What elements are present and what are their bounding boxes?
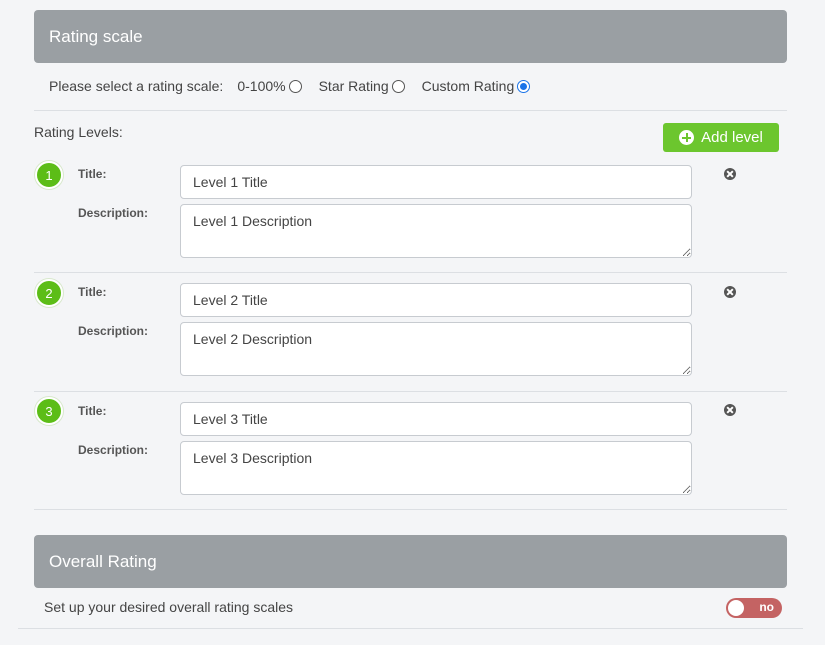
- rating-scale-prompt: Please select a rating scale:: [49, 78, 224, 94]
- remove-level-1-icon[interactable]: [724, 168, 736, 180]
- radio-custom[interactable]: [517, 79, 531, 93]
- radio-percent[interactable]: [288, 79, 302, 93]
- remove-level-3-icon[interactable]: [724, 404, 736, 416]
- radio-star[interactable]: [391, 79, 405, 93]
- level-description-label: Description:: [78, 324, 149, 338]
- divider: [34, 272, 787, 273]
- level-description-label: Description:: [78, 443, 149, 457]
- level-title-label: Title:: [78, 285, 107, 299]
- level-1-title-input[interactable]: [180, 165, 692, 199]
- plus-circle-icon: [679, 130, 695, 145]
- level-title-label: Title:: [78, 167, 107, 181]
- rating-scale-header: Rating scale: [34, 10, 787, 63]
- radio-option-percent[interactable]: 0-100%: [237, 78, 302, 94]
- level-2-description-input[interactable]: Level 2 Description: [180, 322, 692, 376]
- radio-option-star[interactable]: Star Rating: [319, 78, 405, 94]
- divider: [34, 110, 787, 111]
- level-number-badge: 2: [35, 279, 63, 307]
- level-3-title-input[interactable]: [180, 402, 692, 436]
- divider: [34, 509, 787, 510]
- level-1-description-input[interactable]: Level 1 Description: [180, 204, 692, 258]
- level-description-label: Description:: [78, 206, 149, 220]
- add-level-button[interactable]: Add level: [663, 123, 779, 152]
- level-title-label: Title:: [78, 404, 107, 418]
- bottom-divider: [18, 628, 803, 629]
- add-level-label: Add level: [701, 129, 763, 146]
- overall-rating-description: Set up your desired overall rating scale…: [44, 599, 294, 615]
- level-number-badge: 1: [35, 161, 63, 189]
- remove-level-2-icon[interactable]: [724, 286, 736, 298]
- divider: [34, 391, 787, 392]
- overall-rating-toggle[interactable]: no: [726, 598, 782, 618]
- radio-option-custom[interactable]: Custom Rating: [422, 78, 531, 94]
- radio-option-percent-label: 0-100%: [237, 78, 286, 94]
- level-3-description-input[interactable]: Level 3 Description: [180, 441, 692, 495]
- level-2-title-input[interactable]: [180, 283, 692, 317]
- radio-option-custom-label: Custom Rating: [421, 78, 515, 94]
- radio-option-star-label: Star Rating: [318, 78, 389, 94]
- toggle-state-label: no: [759, 600, 774, 614]
- level-number-badge: 3: [35, 397, 63, 425]
- rating-scale-title: Rating scale: [49, 26, 143, 46]
- overall-rating-header: Overall Rating: [34, 535, 787, 588]
- overall-rating-title: Overall Rating: [49, 551, 157, 571]
- rating-scale-selector: Please select a rating scale: 0-100% Sta…: [49, 74, 547, 98]
- toggle-knob: [728, 600, 744, 616]
- rating-levels-label: Rating Levels:: [34, 124, 123, 140]
